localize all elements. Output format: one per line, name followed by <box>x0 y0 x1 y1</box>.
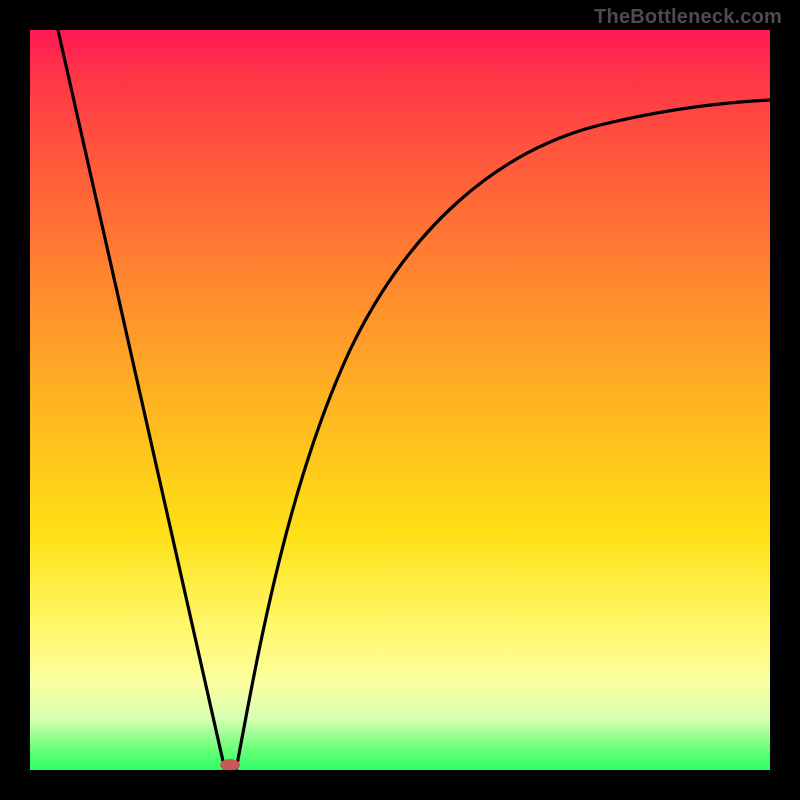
chart-background-gradient <box>30 30 770 770</box>
chart-frame <box>30 30 770 770</box>
watermark-text: TheBottleneck.com <box>594 6 782 29</box>
